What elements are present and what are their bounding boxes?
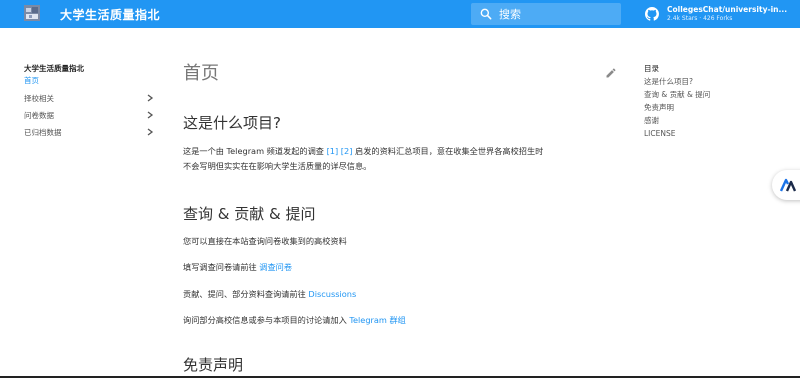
toc-item[interactable]: LICENSE bbox=[644, 127, 794, 140]
github-icon bbox=[645, 7, 659, 21]
query-line-text: 询问部分高校信息或参与本项目的讨论请加入 bbox=[183, 315, 350, 325]
search-input[interactable] bbox=[499, 7, 609, 21]
toc-item[interactable]: 这是什么项目? bbox=[644, 75, 794, 88]
site-title[interactable]: 大学生活质量指北 bbox=[60, 6, 160, 23]
toc-item[interactable]: 免责声明 bbox=[644, 101, 794, 114]
edit-pencil-icon[interactable] bbox=[605, 67, 617, 79]
intro-paragraph-line1: 这是一个由 Telegram 频道发起的调查 [1] [2] 启发的资料汇总项目… bbox=[183, 145, 543, 158]
intro-paragraph-line2: 不会写明但实实在在影响大学生活质量的详尽信息。 bbox=[183, 161, 372, 171]
sidebar-item-archived-data[interactable]: 已归档数据 bbox=[24, 124, 164, 141]
repo-stats: 2.4k Stars · 426 Forks bbox=[667, 15, 733, 22]
chevron-right-icon bbox=[147, 111, 154, 119]
widget-logo-icon bbox=[780, 178, 796, 192]
sidebar-item-survey-data[interactable]: 问卷数据 bbox=[24, 107, 164, 124]
sidebar-item-label: 已归档数据 bbox=[24, 128, 62, 137]
telegram-group-link[interactable]: Telegram 群组 bbox=[349, 315, 406, 325]
main-content: 首页 这是什么项目? 这是一个由 Telegram 频道发起的调查 [1] [2… bbox=[183, 60, 623, 374]
query-line-2: 填写调查问卷请前往 调查问卷 bbox=[183, 261, 292, 274]
toc-title: 目录 bbox=[644, 64, 659, 73]
query-line-text: 填写调查问卷请前往 bbox=[183, 262, 260, 272]
search-icon bbox=[480, 8, 492, 20]
chevron-right-icon bbox=[147, 94, 154, 102]
sidebar-item-school-selection[interactable]: 择校相关 bbox=[24, 90, 164, 107]
intro-text: 这是一个由 Telegram 频道发起的调查 bbox=[183, 146, 327, 156]
query-line-1: 您可以直接在本站查询问卷收集到的高校资料 bbox=[183, 236, 347, 246]
repo-name: CollegesChat/university-in... bbox=[667, 5, 788, 14]
sidebar-item-label: 问卷数据 bbox=[24, 111, 54, 120]
section-heading-query: 查询 & 贡献 & 提问 bbox=[183, 205, 316, 223]
sidebar-item-home[interactable]: 首页 bbox=[24, 75, 164, 87]
sidebar-item-label: 择校相关 bbox=[24, 94, 54, 103]
toc-item[interactable]: 查询 & 贡献 & 提问 bbox=[644, 88, 794, 101]
query-line-4: 询问部分高校信息或参与本项目的讨论请加入 Telegram 群组 bbox=[183, 314, 406, 327]
search-box[interactable] bbox=[471, 3, 621, 25]
sidebar-nav: 大学生活质量指北 首页 择校相关 问卷数据 已归档数据 bbox=[24, 63, 164, 141]
toc-item[interactable]: 感谢 bbox=[644, 114, 794, 127]
table-of-contents: 目录 这是什么项目? 查询 & 贡献 & 提问 免责声明 感谢 LICENSE bbox=[644, 62, 794, 140]
repo-link[interactable]: CollegesChat/university-in... 2.4k Stars… bbox=[645, 3, 787, 25]
site-logo-icon[interactable] bbox=[24, 5, 40, 21]
intro-text: 启发的资料汇总项目，意在收集全世界各高校招生时 bbox=[352, 146, 544, 156]
sidebar-title: 大学生活质量指北 bbox=[24, 64, 84, 73]
reference-link-1[interactable]: [1] bbox=[327, 146, 339, 156]
survey-link[interactable]: 调查问卷 bbox=[259, 262, 292, 272]
section-heading-what: 这是什么项目? bbox=[183, 114, 281, 132]
query-line-3: 贡献、提问、部分资料查询请前往 Discussions bbox=[183, 288, 356, 301]
floating-widget-button[interactable] bbox=[772, 170, 800, 200]
page-title: 首页 bbox=[183, 63, 219, 84]
query-line-text: 贡献、提问、部分资料查询请前往 bbox=[183, 289, 309, 299]
reference-link-2[interactable]: [2] bbox=[341, 146, 353, 156]
section-heading-disclaimer: 免责声明 bbox=[183, 356, 244, 374]
discussions-link[interactable]: Discussions bbox=[308, 289, 356, 299]
top-bar: 大学生活质量指北 CollegesChat/university-in... 2… bbox=[0, 0, 800, 28]
chevron-right-icon bbox=[147, 128, 154, 136]
